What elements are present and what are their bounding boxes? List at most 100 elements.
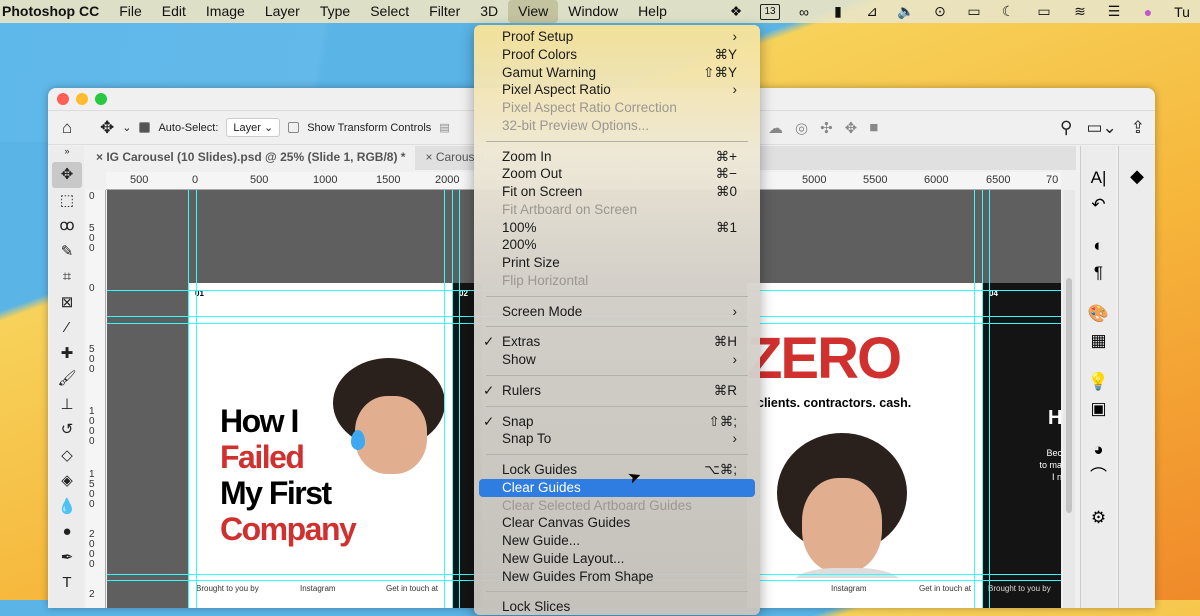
vertical-scrollbar[interactable] <box>1063 190 1075 608</box>
libraries-panel-icon[interactable]: ▣ <box>1090 395 1106 422</box>
menu-item-screen-mode[interactable]: Screen Mode › <box>479 303 755 321</box>
menu-item-new-guides-from-shape[interactable]: New Guides From Shape <box>479 568 755 586</box>
slide-3d-icon[interactable]: ✥ <box>845 119 858 137</box>
guide[interactable] <box>974 190 975 608</box>
frame-tool[interactable]: ⊠ <box>52 290 82 316</box>
menu-item-lock-slices[interactable]: Lock Slices <box>479 598 755 616</box>
video-camera-icon[interactable]: ■ <box>869 119 878 137</box>
menu-view[interactable]: View <box>508 0 559 23</box>
app-menu[interactable]: Photoshop CC <box>0 0 109 23</box>
scroll-thumb[interactable] <box>1066 278 1072 513</box>
menu-item-pixel-aspect-ratio[interactable]: Pixel Aspect Ratio › <box>479 81 755 99</box>
menu-item-lock-guides[interactable]: Lock Guides ⌥⌘; <box>479 461 755 479</box>
guide[interactable] <box>444 190 445 608</box>
artboard-slide-4[interactable]: 04 H Bec to ma I n Brought to you by <box>982 283 1061 608</box>
chevron-down-icon[interactable]: ⌄ <box>122 121 131 134</box>
align-left-icon[interactable]: ▤ <box>439 121 449 134</box>
dodge-tool[interactable]: ● <box>52 519 82 545</box>
close-button[interactable] <box>57 93 69 105</box>
grid-panel-icon[interactable]: ▦ <box>1090 327 1106 354</box>
menu-item-200[interactable]: 200% <box>479 236 755 254</box>
type-tool[interactable]: T <box>52 570 82 596</box>
healing-brush-tool[interactable]: ✚ <box>52 341 82 367</box>
menu-item-rulers[interactable]: ✓ Rulers ⌘R <box>479 382 755 400</box>
siri-icon[interactable]: ● <box>1138 4 1158 20</box>
move-tool[interactable]: ✥ <box>52 162 82 188</box>
guide[interactable] <box>989 190 990 608</box>
creative-cloud-icon[interactable]: ∞ <box>794 4 814 20</box>
adjustments-panel-icon[interactable]: ◐ <box>1093 232 1103 259</box>
play-icon[interactable]: ⊙ <box>930 3 950 20</box>
zoom-button[interactable] <box>95 93 107 105</box>
layers-panel-icon[interactable]: ◆ <box>1119 166 1155 187</box>
paint-bucket-tool[interactable]: ◈ <box>52 468 82 494</box>
eyedropper-tool[interactable]: ⁄ <box>52 315 82 341</box>
menu-layer[interactable]: Layer <box>255 0 310 23</box>
history-panel-icon[interactable]: ↶ <box>1091 191 1105 218</box>
marquee-tool[interactable]: ⬚ <box>52 188 82 214</box>
auto-select-checkbox[interactable] <box>139 122 151 133</box>
calendar-icon[interactable]: 13 <box>760 3 780 20</box>
collapse-icon[interactable]: » <box>64 146 69 162</box>
menu-type[interactable]: Type <box>310 0 360 23</box>
menu-item-print-size[interactable]: Print Size <box>479 254 755 272</box>
workspace-icon[interactable]: ▭⌄ <box>1086 118 1116 138</box>
menu-item-proof-setup[interactable]: Proof Setup › <box>479 28 755 46</box>
channels-panel-icon[interactable]: ◕ <box>1093 436 1103 463</box>
orbit-3d-icon[interactable]: ☁ <box>768 119 783 137</box>
guide[interactable] <box>459 190 460 608</box>
learn-panel-icon[interactable]: 💡 <box>1088 368 1109 395</box>
stamp-tool[interactable]: ⊥ <box>52 392 82 418</box>
close-tab-icon[interactable]: × <box>96 150 106 164</box>
search-icon[interactable]: ⚲ <box>1060 118 1072 138</box>
menu-item-snap-to[interactable]: Snap To › <box>479 430 755 448</box>
menu-item-show[interactable]: Show › <box>479 351 755 369</box>
menu-item-clear-canvas-guides[interactable]: Clear Canvas Guides <box>479 514 755 532</box>
display-icon[interactable]: ▭ <box>964 3 984 20</box>
battery-icon[interactable]: ▭ <box>1032 3 1056 20</box>
quick-selection-tool[interactable]: ✎ <box>52 239 82 265</box>
clock[interactable]: Tu <box>1172 4 1192 20</box>
guide[interactable] <box>196 190 197 608</box>
menu-edit[interactable]: Edit <box>152 0 196 23</box>
guide[interactable] <box>452 190 453 608</box>
menu-item-new-guide[interactable]: New Guide... <box>479 532 755 550</box>
volume-icon[interactable]: 🔈 <box>896 3 916 20</box>
moon-icon[interactable]: ☾ <box>998 3 1018 20</box>
menu-item-gamut-warning[interactable]: Gamut Warning ⇧⌘Y <box>479 64 755 82</box>
menu-item-fit-on-screen[interactable]: Fit on Screen ⌘0 <box>479 183 755 201</box>
properties-panel-icon[interactable]: ⚙ <box>1091 504 1106 531</box>
menu-image[interactable]: Image <box>196 0 255 23</box>
menu-file[interactable]: File <box>109 0 152 23</box>
menu-item-snap[interactable]: ✓ Snap ⇧⌘; <box>479 413 755 431</box>
guide[interactable] <box>188 190 189 608</box>
minimize-button[interactable] <box>76 93 88 105</box>
move-tool-icon[interactable]: ✥ <box>100 118 114 138</box>
menu-filter[interactable]: Filter <box>419 0 470 23</box>
eraser-tool[interactable]: ◇ <box>52 443 82 469</box>
artboard-slide-3[interactable]: ZERO clients. contractors. cash. Instagr… <box>747 283 982 608</box>
drag-3d-icon[interactable]: ✣ <box>820 119 833 137</box>
menu-item-clear-guides[interactable]: Clear Guides <box>479 478 755 497</box>
menu-item-100[interactable]: 100% ⌘1 <box>479 219 755 237</box>
bookmark-icon[interactable]: ▮ <box>828 3 848 20</box>
show-transform-checkbox[interactable] <box>288 122 300 133</box>
auto-select-dropdown[interactable]: Layer ⌄ <box>226 118 281 137</box>
paths-panel-icon[interactable]: ⌒ <box>1090 463 1107 490</box>
menu-help[interactable]: Help <box>628 0 677 23</box>
guide[interactable] <box>982 190 983 608</box>
swatches-panel-icon[interactable]: 🎨 <box>1088 300 1109 327</box>
wifi-icon[interactable]: ≋ <box>1070 3 1090 20</box>
menu-item-proof-colors[interactable]: Proof Colors ⌘Y <box>479 46 755 64</box>
artboard-slide-1[interactable]: 01 How I Failed My First Company Brought… <box>188 283 452 608</box>
control-center-icon[interactable]: ☰ <box>1104 3 1124 20</box>
menu-item-new-guide-layout[interactable]: New Guide Layout... <box>479 550 755 568</box>
home-icon[interactable]: ⌂ <box>62 118 92 138</box>
dropbox-icon[interactable]: ❖ <box>726 3 746 20</box>
vpn-icon[interactable]: ⊿ <box>862 3 882 20</box>
menu-item-zoom-in[interactable]: Zoom In ⌘+ <box>479 148 755 166</box>
brush-tool[interactable]: 🖌 <box>52 366 82 392</box>
share-icon[interactable]: ⇪ <box>1131 118 1145 138</box>
menu-select[interactable]: Select <box>360 0 419 23</box>
crop-tool[interactable]: ⌗ <box>52 264 82 290</box>
